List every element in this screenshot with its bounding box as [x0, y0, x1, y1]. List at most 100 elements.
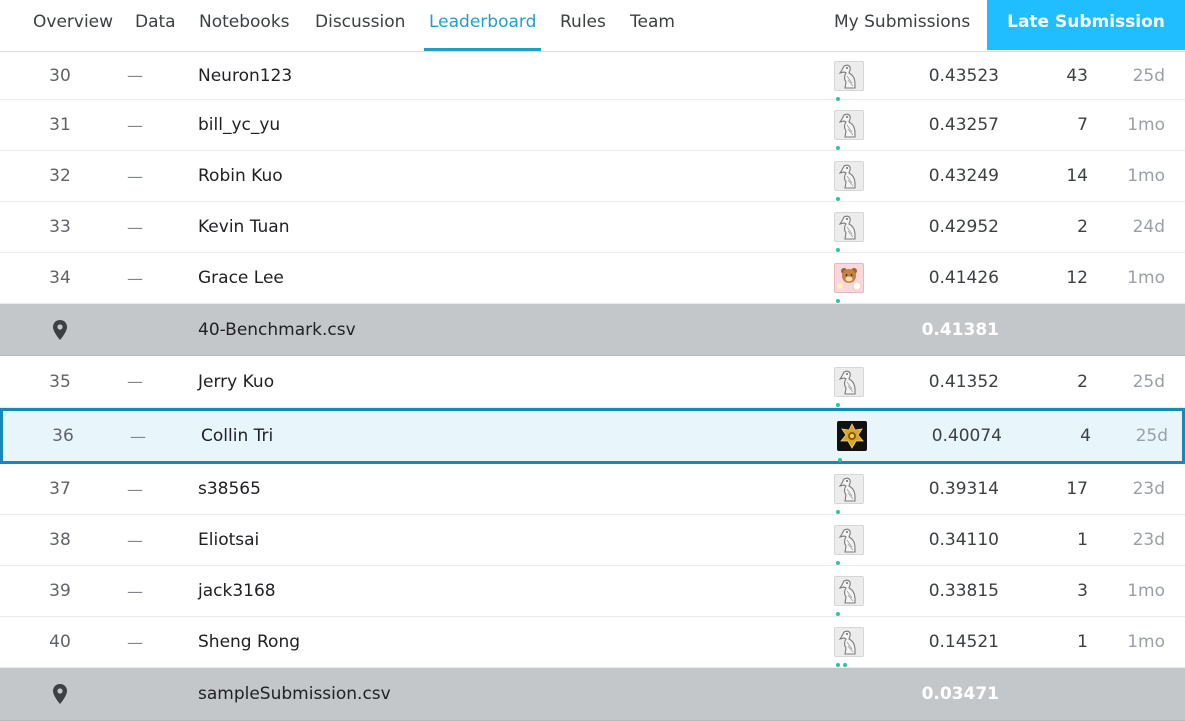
- goose-icon[interactable]: [834, 627, 864, 667]
- team-name[interactable]: Collin Tri: [201, 411, 701, 461]
- member-dots: [836, 510, 840, 514]
- team-name[interactable]: Kevin Tuan: [198, 202, 698, 252]
- score: 0.43257: [928, 115, 999, 135]
- bear-icon[interactable]: [834, 263, 864, 303]
- table-row[interactable]: 34 — Grace Lee 0.41426 12 1mo: [0, 253, 1185, 304]
- team-name[interactable]: Eliotsai: [198, 515, 698, 565]
- entries: 43: [1066, 65, 1088, 86]
- team-name[interactable]: jack3168: [198, 566, 698, 616]
- rank: 40: [49, 632, 71, 652]
- rank-change: —: [127, 268, 143, 288]
- map-pin-icon: [0, 304, 120, 355]
- member-dots: [836, 197, 840, 201]
- team-name[interactable]: s38565: [198, 464, 698, 514]
- score: 0.41352: [928, 371, 999, 392]
- table-row[interactable]: 30 — Neuron123 0.43523 43 25d: [0, 52, 1185, 101]
- last-submission: 1mo: [1127, 581, 1165, 601]
- table-row[interactable]: 37 — s38565 0.39314 17 23d: [0, 464, 1185, 515]
- leaderboard-table: 30— Neuron123 0.43523 43 25d 31— bill_yc_yu 0.4…: [0, 52, 1185, 721]
- rank-change: —: [127, 530, 143, 550]
- score: 0.43249: [928, 166, 999, 186]
- team-members[interactable]: [834, 100, 868, 150]
- tab-leaderboard[interactable]: Leaderboard: [423, 0, 542, 51]
- rank-change: —: [127, 372, 143, 391]
- member-dot: [836, 561, 840, 565]
- team-members[interactable]: [834, 566, 868, 616]
- benchmark-name: sampleSubmission.csv: [198, 684, 391, 704]
- table-row[interactable]: 31 — bill_yc_yu 0.43257 7 1mo: [0, 100, 1185, 151]
- my-submissions-link[interactable]: My Submissions: [834, 0, 970, 51]
- team-members[interactable]: [837, 411, 871, 462]
- rank-change: —: [127, 581, 143, 601]
- member-dot: [838, 458, 842, 462]
- team-members[interactable]: [834, 52, 868, 101]
- member-dots: [836, 299, 840, 303]
- goose-icon[interactable]: [834, 110, 864, 150]
- member-dot: [836, 299, 840, 303]
- goose-icon[interactable]: [834, 60, 864, 101]
- table-row[interactable]: 32 — Robin Kuo 0.43249 14 1mo: [0, 151, 1185, 202]
- rank-change: —: [127, 115, 143, 135]
- last-submission: 23d: [1132, 479, 1165, 499]
- benchmark-row[interactable]: sampleSubmission.csv 0.03471: [0, 668, 1185, 721]
- goose-icon[interactable]: [834, 212, 864, 252]
- last-submission: 1mo: [1127, 115, 1165, 135]
- tab-team[interactable]: Team: [630, 0, 675, 51]
- team-name[interactable]: Grace Lee: [198, 253, 698, 303]
- member-dots: [836, 561, 840, 565]
- benchmark-score: 0.41381: [921, 319, 999, 340]
- goose-icon[interactable]: [834, 576, 864, 616]
- entries: 7: [1077, 115, 1088, 135]
- late-submission-button[interactable]: Late Submission: [987, 0, 1185, 50]
- score: 0.34110: [928, 530, 999, 550]
- goose-icon[interactable]: [834, 525, 864, 565]
- team-name[interactable]: Sheng Rong: [198, 617, 698, 667]
- last-submission: 24d: [1132, 217, 1165, 237]
- tab-rules[interactable]: Rules: [560, 0, 606, 51]
- rank-change: —: [127, 66, 143, 85]
- team-members[interactable]: [834, 253, 868, 303]
- benchmark-score: 0.03471: [921, 684, 999, 704]
- rank: 34: [49, 268, 71, 288]
- team-name[interactable]: Neuron123: [198, 52, 698, 99]
- team-members[interactable]: [834, 464, 868, 514]
- tab-discussion[interactable]: Discussion: [315, 0, 405, 51]
- team-name[interactable]: bill_yc_yu: [198, 100, 698, 150]
- last-submission: 23d: [1132, 530, 1165, 550]
- goose-icon[interactable]: [834, 474, 864, 514]
- member-dot: [836, 146, 840, 150]
- team-name[interactable]: Jerry Kuo: [198, 356, 698, 407]
- goose-icon[interactable]: [834, 161, 864, 201]
- map-pin-icon: [0, 668, 120, 720]
- table-row[interactable]: 38 — Eliotsai 0.34110 1 23d: [0, 515, 1185, 566]
- team-members[interactable]: [834, 202, 868, 252]
- benchmark-row[interactable]: 40-Benchmark.csv 0.41381: [0, 304, 1185, 356]
- gold-emblem-icon[interactable]: [837, 421, 867, 462]
- tab-data[interactable]: Data: [135, 0, 176, 51]
- team-members[interactable]: [834, 515, 868, 565]
- member-dots: [836, 248, 840, 252]
- score: 0.41426: [928, 268, 999, 288]
- tab-overview[interactable]: Overview: [33, 0, 113, 51]
- goose-icon[interactable]: [834, 366, 864, 407]
- table-row[interactable]: 35 — Jerry Kuo 0.41352 2 25d: [0, 356, 1185, 408]
- last-submission: 1mo: [1127, 166, 1165, 186]
- table-row[interactable]: 39 — jack3168 0.33815 3 1mo: [0, 566, 1185, 617]
- team-name[interactable]: Robin Kuo: [198, 151, 698, 201]
- member-dots: [838, 458, 842, 462]
- table-row-current-user[interactable]: 36 — Collin Tri 0.40074 4 25d: [0, 408, 1185, 464]
- team-members[interactable]: [834, 356, 868, 407]
- last-submission: 25d: [1132, 65, 1165, 86]
- table-row[interactable]: 33 — Kevin Tuan 0.42952 2 24d: [0, 202, 1185, 253]
- entries: 2: [1077, 217, 1088, 237]
- table-row[interactable]: 40 — Sheng Rong 0.14521 1 1mo: [0, 617, 1185, 668]
- rank: 37: [49, 479, 71, 499]
- team-members[interactable]: [834, 617, 868, 667]
- entries: 1: [1077, 632, 1088, 652]
- entries: 17: [1066, 479, 1088, 499]
- score: 0.40074: [931, 426, 1002, 446]
- rank: 32: [49, 166, 71, 186]
- score: 0.33815: [928, 581, 999, 601]
- tab-notebooks[interactable]: Notebooks: [199, 0, 290, 51]
- team-members[interactable]: [834, 151, 868, 201]
